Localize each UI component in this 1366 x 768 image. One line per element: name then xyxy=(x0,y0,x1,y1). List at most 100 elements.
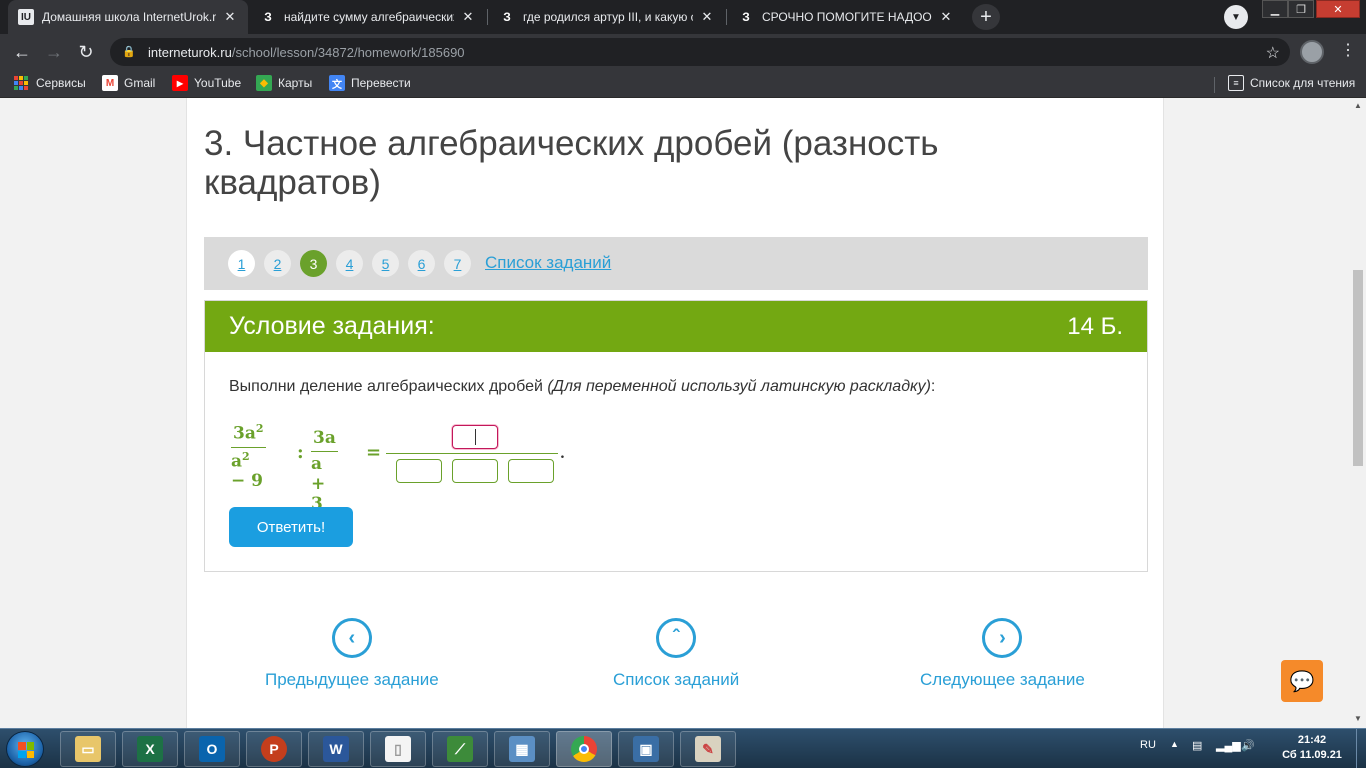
divide-sign: : xyxy=(297,442,304,463)
scroll-down-icon[interactable]: ▼ xyxy=(1354,714,1362,723)
task-points: 14 Б. xyxy=(1067,313,1123,340)
url-host: interneturok.ru xyxy=(148,44,232,60)
task-header-title: Условие задания: xyxy=(229,312,435,340)
task-list-bottom-link[interactable]: ˆ Список заданий xyxy=(613,618,739,690)
taskbar-paint[interactable]: ✎ xyxy=(680,731,736,767)
tab-title: СРОЧНО ПОМОГИТЕ НАДОООО xyxy=(762,10,932,24)
lesson-page: 3. Частное алгебраических дробей (разнос… xyxy=(186,98,1164,728)
taskbar-chrome[interactable] xyxy=(556,731,612,767)
new-tab-button[interactable]: + xyxy=(972,4,1000,30)
maximize-window-button[interactable]: ❐ xyxy=(1288,0,1314,18)
znanija-favicon-icon: З xyxy=(503,10,511,24)
bookmark-label: Gmail xyxy=(124,76,156,90)
tab-separator xyxy=(487,9,488,25)
folder-icon: ▭ xyxy=(75,736,101,762)
tray-device-icon[interactable]: ▤ xyxy=(1192,739,1202,752)
znanija-favicon-icon: З xyxy=(264,10,272,24)
scroll-up-icon[interactable]: ▲ xyxy=(1354,101,1362,110)
taskbar-excel[interactable]: X xyxy=(122,731,178,767)
bookmark-star-icon[interactable]: ☆ xyxy=(1266,43,1280,63)
back-arrow-icon[interactable]: ← xyxy=(10,40,34,64)
answer-numerator-input[interactable] xyxy=(452,425,498,449)
close-tab-icon[interactable]: ✕ xyxy=(222,9,238,25)
task-list-link[interactable]: Список заданий xyxy=(485,253,611,273)
profile-avatar[interactable] xyxy=(1300,40,1324,64)
page-link-4[interactable]: 4 xyxy=(336,250,363,277)
bookmark-translate[interactable]: 文 Перевести xyxy=(329,75,411,91)
page-link-3[interactable]: 3 xyxy=(300,250,327,277)
reading-list-label: Список для чтения xyxy=(1250,76,1356,90)
clock-time: 21:42 xyxy=(1297,734,1327,746)
answer-denominator-input-1[interactable] xyxy=(396,459,442,483)
page-link-7[interactable]: 7 xyxy=(444,250,471,277)
apps-grid-icon xyxy=(14,75,30,91)
close-window-button[interactable]: ✕ xyxy=(1316,0,1360,18)
next-task-link[interactable]: › Следующее задание xyxy=(920,618,1085,690)
bookmark-label: Карты xyxy=(278,76,313,90)
answer-denominator-input-2[interactable] xyxy=(452,459,498,483)
tray-expand-icon[interactable]: ▲ xyxy=(1170,739,1179,749)
tab-znanija-3[interactable]: З СРОЧНО ПОМОГИТЕ НАДОООО ✕ xyxy=(728,0,964,34)
powerpoint-icon: P xyxy=(261,736,287,762)
page-link-1[interactable]: 1 xyxy=(228,250,255,277)
task-list-bottom-label: Список заданий xyxy=(613,670,740,689)
system-clock[interactable]: 21:42 Сб 11.09.21 xyxy=(1280,733,1344,763)
submit-answer-button[interactable]: Ответить! xyxy=(229,507,353,547)
taskbar-powerpoint[interactable]: P xyxy=(246,731,302,767)
bookmarks-separator xyxy=(1214,77,1215,93)
page-link-5[interactable]: 5 xyxy=(372,250,399,277)
bookmark-maps[interactable]: ◆ Карты xyxy=(256,75,312,91)
lock-icon: 🔒 xyxy=(122,46,136,58)
task-pager: 1 2 3 4 5 6 7 Список заданий xyxy=(204,237,1148,290)
app-icon: ⟋ xyxy=(447,736,473,762)
taskbar-app-green[interactable]: ⟋ xyxy=(432,731,488,767)
address-bar[interactable]: 🔒 interneturok.ru/school/lesson/34872/ho… xyxy=(110,38,1290,66)
reload-icon[interactable]: ↻ xyxy=(74,40,98,64)
answer-denominator-input-3[interactable] xyxy=(508,459,554,483)
forward-arrow-icon[interactable]: → xyxy=(42,40,66,64)
bookmark-services[interactable]: Сервисы xyxy=(14,75,86,91)
page-title: 3. Частное алгебраических дробей (разнос… xyxy=(204,124,939,202)
browser-toolbar: ← → ↻ 🔒 interneturok.ru/school/lesson/34… xyxy=(0,34,1366,70)
page-link-2[interactable]: 2 xyxy=(264,250,291,277)
fraction-1-numerator: 3a2 xyxy=(233,422,264,444)
minimize-window-button[interactable]: ▁ xyxy=(1262,0,1288,18)
tab-title: найдите сумму алгебраических д xyxy=(284,10,454,24)
internet-urok-favicon-icon: IU xyxy=(18,9,34,25)
scrollbar-thumb[interactable] xyxy=(1353,270,1363,466)
task-card: Условие задания: 14 Б. Выполни деление а… xyxy=(204,300,1148,572)
taskbar-control-panel[interactable]: ▦ xyxy=(494,731,550,767)
page-scrollbar[interactable]: ▲ ▼ xyxy=(1350,98,1366,728)
close-tab-icon[interactable]: ✕ xyxy=(460,9,476,25)
browser-menu-icon[interactable]: ⋮ xyxy=(1340,40,1356,60)
previous-task-link[interactable]: ‹ Предыдущее задание xyxy=(265,618,439,690)
close-tab-icon[interactable]: ✕ xyxy=(938,9,954,25)
chat-icon[interactable]: 💬 xyxy=(1281,660,1323,702)
language-indicator[interactable]: RU xyxy=(1140,739,1156,751)
bookmark-label: YouTube xyxy=(194,76,242,90)
instruction-hint: (Для переменной используй латинскую раск… xyxy=(547,378,931,395)
tab-search-icon[interactable]: ▼ xyxy=(1224,5,1248,29)
tab-internet-urok[interactable]: IU Домашняя школа InternetUrok.ru ✕ xyxy=(8,0,248,34)
page-link-6[interactable]: 6 xyxy=(408,250,435,277)
tab-title: Домашняя школа InternetUrok.ru xyxy=(42,10,216,24)
tab-znanija-1[interactable]: З найдите сумму алгебраических д ✕ xyxy=(250,0,486,34)
reading-list-button[interactable]: ≡ Список для чтения xyxy=(1228,75,1355,91)
volume-icon[interactable]: 🔊 xyxy=(1241,739,1255,752)
bookmark-youtube[interactable]: ▶ YouTube xyxy=(172,75,241,91)
network-signal-icon[interactable]: ▂▄▆ xyxy=(1216,739,1241,752)
tab-znanija-2[interactable]: З где родился артур III, и какую стр ✕ xyxy=(489,0,725,34)
instruction-colon: : xyxy=(930,378,936,395)
taskbar-remote-desktop[interactable]: ▣ xyxy=(618,731,674,767)
show-desktop-button[interactable] xyxy=(1356,729,1366,768)
start-button[interactable] xyxy=(6,731,44,767)
reading-list-icon: ≡ xyxy=(1228,75,1244,91)
taskbar-word[interactable]: W xyxy=(308,731,364,767)
taskbar-document[interactable]: ▯ xyxy=(370,731,426,767)
close-tab-icon[interactable]: ✕ xyxy=(699,9,715,25)
fraction-2-numerator: 3a xyxy=(313,428,336,448)
bookmark-gmail[interactable]: M Gmail xyxy=(102,75,155,91)
taskbar-explorer[interactable]: ▭ xyxy=(60,731,116,767)
taskbar-outlook[interactable]: O xyxy=(184,731,240,767)
tab-title: где родился артур III, и какую стр xyxy=(523,10,693,24)
